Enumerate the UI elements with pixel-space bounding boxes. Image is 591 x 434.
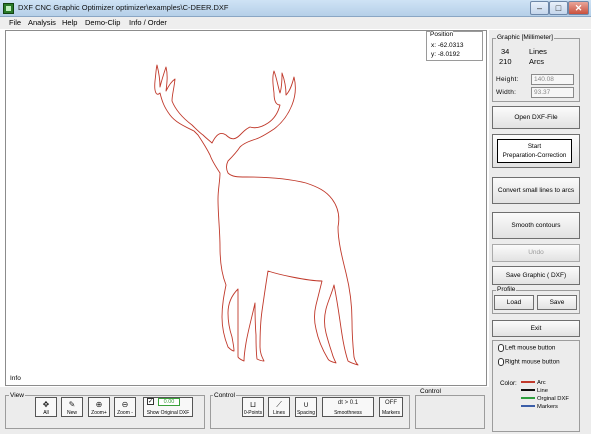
info-label: Info <box>10 375 21 382</box>
mouse-icon <box>498 358 504 366</box>
position-readout: Position x: -62.0313 y: -8.0192 <box>426 31 483 61</box>
right-mouse-label: Right mouse button <box>505 358 560 366</box>
pencil-icon: ✎ <box>68 400 76 409</box>
legend-markers-label: Markers <box>537 404 558 410</box>
spacing-button[interactable]: ∪ Spacing <box>295 397 317 417</box>
start-correction-button[interactable]: Start Preparation-Correction <box>497 139 572 163</box>
width-label: Width: <box>496 89 517 96</box>
markers-button[interactable]: OFF Markers <box>379 397 403 417</box>
height-field: 140.08 <box>531 74 574 85</box>
left-mouse-hint: Left mouse button <box>498 344 555 352</box>
width-field: 93.37 <box>531 87 574 98</box>
lines-count: 34 <box>501 47 510 56</box>
menu-file[interactable]: File <box>9 18 21 27</box>
menu-demo-clip[interactable]: Demo-Clip <box>85 18 120 27</box>
undo-button[interactable]: Undo <box>492 244 580 262</box>
menu-info-order[interactable]: Info / Order <box>129 18 167 27</box>
zero-point-icon: ⊔ <box>249 400 257 409</box>
original-offset-field[interactable]: 0.00 <box>158 398 180 406</box>
save-profile-button[interactable]: Save <box>537 295 577 310</box>
show-original-checkbox[interactable]: ✓ <box>147 398 154 405</box>
window-title: DXF CNC Graphic Optimizer optimizer\exam… <box>18 3 229 12</box>
legend-original-label: Orginal DXF <box>537 396 569 402</box>
right-mouse-hint: Right mouse button <box>498 358 560 366</box>
control-group-2 <box>415 395 485 429</box>
line-icon: ⟋ <box>276 400 282 409</box>
legend-arc-label: Arc <box>537 380 546 386</box>
view-new-label: New <box>66 410 77 416</box>
zoom-in-icon: ⊕ <box>95 400 103 409</box>
smoothness-button[interactable]: dt > 0.1 Smoothness <box>322 397 374 417</box>
legend-arc: Arc <box>521 380 546 386</box>
original-swatch <box>521 397 535 400</box>
load-profile-button[interactable]: Load <box>494 295 534 310</box>
show-original-label: Show Original DXF <box>146 410 190 416</box>
zoom-out-label: Zoom - <box>117 410 133 416</box>
deer-graphic <box>154 64 359 366</box>
minimize-button[interactable]: – <box>530 1 549 15</box>
graphic-stats-group: Graphic [Millimeter] 34 Lines 210 Arcs H… <box>492 34 580 102</box>
position-x: x: -62.0313 <box>431 42 464 49</box>
position-y: y: -8.0192 <box>431 51 460 58</box>
zoom-in-button[interactable]: ⊕ Zoom+ <box>88 397 110 417</box>
position-title: Position <box>430 31 454 38</box>
mouse-icon <box>498 344 504 352</box>
left-mouse-label: Left mouse button <box>505 344 556 352</box>
zoom-out-icon: ⊖ <box>121 400 129 409</box>
arcs-count: 210 <box>499 57 512 66</box>
lines-label: Lines <box>529 47 547 56</box>
start-sublabel: Preparation-Correction <box>502 152 567 159</box>
smooth-contours-button[interactable]: Smooth contours <box>492 212 580 239</box>
legend-line-label: Line <box>537 388 548 394</box>
spacing-label: Spacing <box>296 410 316 416</box>
graphic-group-title: Graphic [Millimeter] <box>496 34 554 41</box>
smoothness-threshold: dt > 0.1 <box>337 400 359 406</box>
arc-swatch <box>521 381 535 384</box>
maximize-button[interactable]: □ <box>549 1 568 15</box>
control-title: Control <box>213 392 236 399</box>
deer-outline <box>154 64 359 366</box>
view-title: View <box>9 392 25 399</box>
open-dxf-button[interactable]: Open DXF-File <box>492 106 580 129</box>
menu-help[interactable]: Help <box>62 18 77 27</box>
zoom-out-button[interactable]: ⊖ Zoom - <box>114 397 136 417</box>
fit-all-icon: ✥ <box>42 400 50 409</box>
lines-button[interactable]: ⟋ Lines <box>268 397 290 417</box>
convert-arcs-button[interactable]: Convert small lines to arcs <box>492 177 580 204</box>
exit-button[interactable]: Exit <box>492 320 580 337</box>
close-button[interactable]: ✕ <box>568 1 589 15</box>
menu-bar: File Analysis Help Demo-Clip Info / Orde… <box>0 17 591 29</box>
lines-label: Lines <box>273 410 285 416</box>
markers-label: Markers <box>381 410 401 416</box>
legend-markers: Markers <box>521 404 558 410</box>
start-label: Start <box>527 143 542 150</box>
app-icon <box>3 3 14 14</box>
view-all-label: All <box>43 410 49 416</box>
zoom-in-label: Zoom+ <box>91 410 107 416</box>
title-bar: DXF CNC Graphic Optimizer optimizer\exam… <box>0 0 591 17</box>
zero-points-label: 0-Points <box>243 410 263 416</box>
smoothness-label: Smoothness <box>334 410 362 416</box>
markers-swatch <box>521 405 535 408</box>
view-all-button[interactable]: ✥ All <box>35 397 57 417</box>
view-new-button[interactable]: ✎ New <box>61 397 83 417</box>
line-swatch <box>521 389 535 392</box>
markers-toggle: OFF <box>385 400 397 406</box>
color-legend-title: Color: <box>500 380 517 387</box>
save-graphic-button[interactable]: Save Graphic ( DXF) <box>492 266 580 285</box>
drawing-canvas[interactable] <box>5 30 487 386</box>
zero-points-button[interactable]: ⊔ 0-Points <box>242 397 264 417</box>
legend-line: Line <box>521 388 548 394</box>
menu-analysis[interactable]: Analysis <box>28 18 56 27</box>
spacing-icon: ∪ <box>303 400 309 409</box>
legend-original: Orginal DXF <box>521 396 569 402</box>
control2-title: Control <box>419 388 442 395</box>
arcs-label: Arcs <box>529 57 544 66</box>
profile-title: Profile <box>496 286 517 293</box>
height-label: Height: <box>496 76 519 83</box>
